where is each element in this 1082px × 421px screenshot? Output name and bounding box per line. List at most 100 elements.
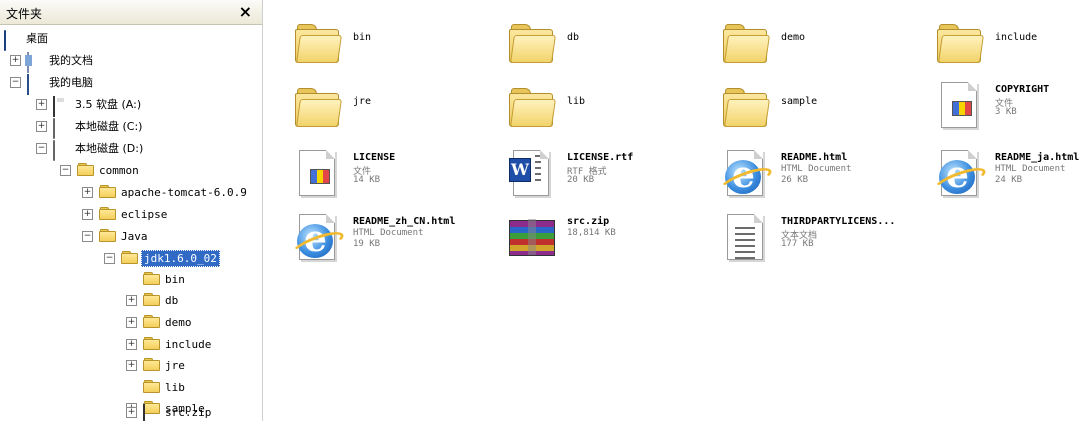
item-type: HTML Document: [353, 228, 424, 238]
file-item[interactable]: COPYRIGHT 文件 3 KB: [919, 82, 1082, 142]
folder-icon: [723, 18, 771, 66]
item-size: 19 KB: [353, 239, 381, 249]
folder-icon: [295, 18, 343, 66]
tree-item[interactable]: + src.zip: [126, 402, 213, 421]
folder-open-icon: [121, 251, 137, 265]
item-name: README_ja.html: [995, 152, 1080, 163]
item-name: README.html: [781, 152, 848, 163]
file-item[interactable]: README_ja.htmlHTML Document24 KB: [919, 150, 1082, 210]
tree-item[interactable]: + apache-tomcat-6.0.9: [82, 182, 249, 202]
tree-item-label: 本地磁盘 (D:): [75, 142, 144, 155]
tree-item[interactable]: − common: [60, 160, 141, 180]
folder-item[interactable]: db: [491, 18, 701, 78]
expand-icon[interactable]: +: [126, 406, 137, 418]
tree-item[interactable]: lib: [126, 377, 187, 397]
folders-pane-title: 文件夹: [6, 7, 43, 21]
folder-item[interactable]: demo: [705, 18, 915, 78]
tree-item[interactable]: − jdk1.6.0_02: [104, 248, 220, 268]
drive-icon: [53, 118, 69, 139]
item-name: README_zh_CN.html: [353, 216, 456, 227]
expand-icon[interactable]: +: [126, 338, 137, 350]
file-item[interactable]: README.htmlHTML Document26 KB: [705, 150, 915, 210]
close-icon[interactable]: ×: [239, 2, 252, 21]
collapse-icon[interactable]: −: [10, 76, 21, 88]
expand-icon[interactable]: +: [10, 54, 21, 66]
tree-item-label: db: [165, 293, 179, 307]
my-documents-icon: [27, 52, 43, 73]
tree-item[interactable]: + include: [126, 334, 213, 354]
folder-item[interactable]: lib: [491, 82, 701, 142]
tree-item[interactable]: + eclipse: [82, 204, 169, 224]
tree-item-label: Java: [121, 229, 148, 243]
item-size: 24 KB: [995, 175, 1023, 185]
item-type: HTML Document: [781, 164, 852, 174]
item-size: 177 KB: [781, 239, 814, 249]
collapse-icon[interactable]: −: [36, 142, 47, 154]
folder-icon: [143, 358, 159, 372]
item-name: db: [567, 32, 580, 43]
expand-icon[interactable]: +: [82, 186, 93, 198]
item-size: 18,814 KB: [567, 228, 616, 238]
tree-item[interactable]: bin: [126, 269, 187, 289]
my-computer-icon: [27, 74, 43, 95]
tree-item-label: 本地磁盘 (C:): [75, 120, 143, 133]
item-name: jre: [353, 96, 372, 107]
item-name: include: [995, 32, 1038, 43]
expand-icon[interactable]: +: [82, 208, 93, 220]
expand-icon[interactable]: +: [126, 294, 137, 306]
file-item[interactable]: LICENSE 文件 14 KB: [277, 150, 487, 210]
file-item[interactable]: src.zip 18,814 KB: [491, 214, 701, 274]
tree-item[interactable]: − 我的电脑: [10, 72, 95, 95]
tree-item[interactable]: 桌面: [4, 28, 50, 51]
folder-item[interactable]: include: [919, 18, 1082, 78]
item-type: HTML Document: [995, 164, 1066, 174]
tree-item-label: apache-tomcat-6.0.9: [121, 185, 247, 199]
expand-icon[interactable]: +: [36, 120, 47, 132]
item-name: src.zip: [567, 216, 610, 227]
expand-icon[interactable]: +: [126, 359, 137, 371]
folders-pane-header: 文件夹 ×: [0, 0, 262, 25]
folder-icon: [295, 82, 343, 130]
tree-item[interactable]: + 我的文档: [10, 50, 95, 73]
floppy-icon: [53, 96, 69, 117]
file-item[interactable]: THIRDPARTYLICENS... 文本文档 177 KB: [705, 214, 915, 274]
folder-icon: [99, 207, 115, 221]
tree-item[interactable]: − 本地磁盘 (D:): [36, 138, 145, 161]
file-item[interactable]: README_zh_CN.htmlHTML Document19 KB: [277, 214, 487, 274]
collapse-icon[interactable]: −: [60, 164, 71, 176]
tree-item-label: 我的文档: [49, 54, 93, 67]
item-size: 14 KB: [353, 175, 381, 185]
item-name: LICENSE: [353, 152, 396, 163]
file-item[interactable]: W LICENSE.rtf RTF 格式 20 KB: [491, 150, 701, 210]
folder-icon: [99, 229, 115, 243]
item-size: 20 KB: [567, 175, 595, 185]
tree-item[interactable]: + jre: [126, 355, 187, 375]
folder-item[interactable]: bin: [277, 18, 487, 78]
tree-item[interactable]: + demo: [126, 312, 194, 332]
folder-icon: [143, 272, 159, 286]
expand-icon[interactable]: +: [36, 98, 47, 110]
item-size: 3 KB: [995, 107, 1017, 117]
folder-item[interactable]: sample: [705, 82, 915, 142]
tree-item[interactable]: +3.5 软盘 (A:): [36, 94, 143, 117]
folder-item[interactable]: jre: [277, 82, 487, 142]
folder-icon: [143, 337, 159, 351]
file-list-view: bin db demo include jre lib sample COPYRIGHT 文件 3…: [263, 0, 1082, 421]
tree-item-label: lib: [165, 380, 185, 394]
item-size: 26 KB: [781, 175, 809, 185]
winrar-archive-icon: [509, 214, 557, 262]
folder-icon: [99, 185, 115, 199]
tree-item[interactable]: + db: [126, 290, 180, 310]
tree-item[interactable]: + 本地磁盘 (C:): [36, 116, 144, 139]
folder-icon: [143, 293, 159, 307]
tree-item-label: common: [99, 163, 139, 177]
item-name: demo: [781, 32, 806, 43]
expand-icon[interactable]: +: [126, 316, 137, 328]
tree-item[interactable]: − Java: [82, 226, 150, 246]
collapse-icon[interactable]: −: [104, 252, 115, 264]
folder-icon: [77, 163, 93, 177]
collapse-icon[interactable]: −: [82, 230, 93, 242]
tree-item-label: 3.5 软盘 (A:): [75, 98, 142, 111]
tree-item-label: src.zip: [165, 405, 212, 419]
item-name: LICENSE.rtf: [567, 152, 634, 163]
